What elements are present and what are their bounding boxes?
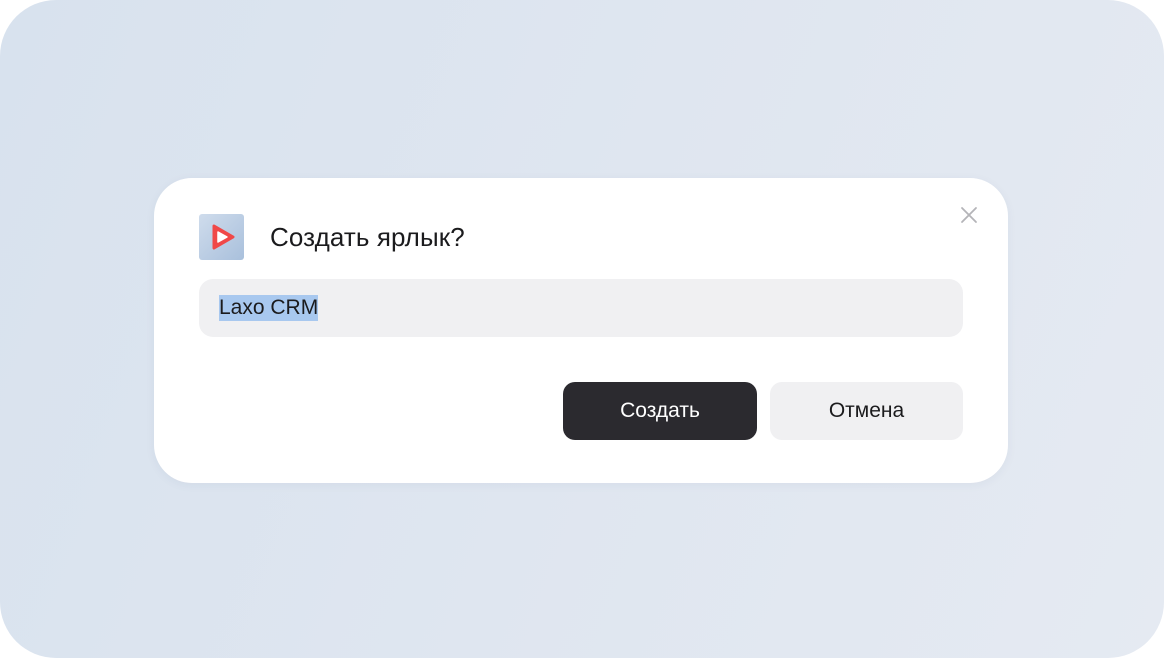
shortcut-name-value: Laxo CRM: [219, 295, 319, 321]
screen-backdrop: Создать ярлык? Laxo CRM Создать Отмена: [0, 0, 1164, 658]
close-button[interactable]: [956, 202, 982, 228]
cancel-button[interactable]: Отмена: [770, 382, 963, 440]
create-button[interactable]: Создать: [563, 382, 757, 440]
dialog-title: Создать ярлык?: [270, 222, 465, 252]
close-icon: [961, 207, 977, 223]
laxo-crm-app-icon: [199, 214, 244, 260]
shortcut-name-input[interactable]: Laxo CRM: [199, 279, 963, 337]
create-shortcut-dialog: Создать ярлык? Laxo CRM Создать Отмена: [154, 178, 1008, 483]
